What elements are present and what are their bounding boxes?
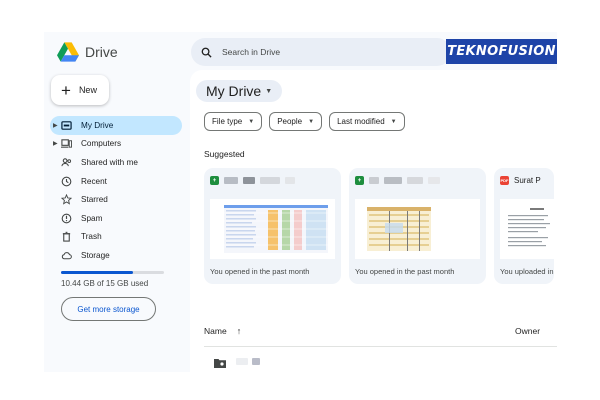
sidebar-item-my-drive[interactable]: ▶ My Drive	[50, 116, 182, 135]
search-bar[interactable]	[191, 38, 451, 66]
redacted-title	[285, 177, 295, 184]
redacted-title	[407, 177, 423, 184]
redacted-title	[428, 177, 440, 184]
filter-label: People	[277, 117, 303, 126]
storage-usage-text: 10.44 GB of 15 GB used	[61, 279, 149, 288]
app-name: Drive	[85, 44, 118, 60]
search-input[interactable]	[222, 47, 422, 57]
file-thumbnail	[355, 199, 480, 259]
caret-down-icon: ▼	[390, 118, 397, 125]
redacted-title	[260, 177, 280, 184]
redacted-file-name	[236, 358, 260, 365]
filter-people[interactable]: People ▼	[269, 112, 323, 131]
file-thumbnail	[210, 199, 335, 259]
file-row[interactable]	[204, 346, 557, 372]
column-name[interactable]: Name ↑	[204, 326, 241, 336]
card-header: PDF Surat P	[500, 176, 541, 185]
main-content: My Drive ▼ File type ▼ People ▼ Last mod…	[190, 70, 557, 372]
filter-last-modified[interactable]: Last modified ▼	[329, 112, 405, 131]
sidebar-item-starred[interactable]: Starred	[44, 190, 190, 209]
shared-folder-icon	[214, 355, 226, 368]
file-thumbnail	[500, 199, 554, 259]
computers-icon	[60, 138, 72, 150]
sidebar-nav: ▶ My Drive ▶ Computers Shared with me Re…	[44, 116, 190, 265]
clock-icon	[60, 175, 72, 187]
sidebar-item-label: Trash	[81, 232, 102, 242]
caret-down-icon: ▼	[265, 87, 273, 95]
suggested-file-card[interactable]: PDF Surat P You uploaded in	[494, 168, 554, 284]
sidebar-item-label: Spam	[81, 213, 103, 223]
sidebar-item-trash[interactable]: Trash	[44, 228, 190, 247]
spreadsheet-thumbnail	[367, 207, 431, 251]
caret-down-icon: ▼	[248, 118, 255, 125]
sidebar-item-label: My Drive	[81, 120, 114, 130]
drive-app: Drive + New ▶ My Drive ▶ Computers Share…	[44, 32, 557, 372]
spreadsheet-thumbnail	[224, 205, 328, 253]
spreadsheet-icon: +	[355, 176, 364, 185]
filter-label: File type	[212, 117, 243, 126]
spreadsheet-icon: +	[210, 176, 219, 185]
drive-logo-icon	[57, 42, 79, 62]
get-more-storage-button[interactable]: Get more storage	[61, 297, 156, 321]
pdf-icon: PDF	[500, 176, 509, 185]
card-header: +	[355, 176, 440, 185]
suggested-file-card[interactable]: + You opened in the past month	[349, 168, 486, 284]
drive-logo[interactable]: Drive	[57, 42, 118, 62]
new-button[interactable]: + New	[51, 75, 109, 105]
trash-icon	[60, 231, 72, 243]
redacted-title	[384, 177, 402, 184]
my-drive-title-dropdown[interactable]: My Drive ▼	[196, 80, 283, 102]
card-caption: You uploaded in	[500, 267, 554, 276]
cloud-icon	[60, 249, 72, 261]
redacted-title	[369, 177, 379, 184]
filter-label: Last modified	[337, 117, 385, 126]
suggested-file-card[interactable]: + You opened in the past month	[204, 168, 341, 284]
sidebar-item-label: Storage	[81, 250, 110, 260]
storage-bar-fill	[61, 271, 133, 274]
sidebar: Drive + New ▶ My Drive ▶ Computers Share…	[44, 32, 190, 372]
sidebar-item-label: Computers	[81, 139, 122, 149]
search-icon[interactable]	[201, 47, 212, 58]
sidebar-item-computers[interactable]: ▶ Computers	[44, 135, 190, 154]
caret-down-icon: ▼	[308, 118, 315, 125]
file-list-header: Name ↑ Owner	[204, 326, 557, 340]
sort-arrow-up-icon[interactable]: ↑	[237, 326, 242, 336]
expand-arrow-icon[interactable]: ▶	[53, 122, 58, 129]
new-button-label: New	[78, 85, 97, 95]
sidebar-item-storage[interactable]: Storage	[44, 246, 190, 265]
star-icon	[60, 194, 72, 206]
expand-arrow-icon[interactable]: ▶	[53, 140, 58, 147]
sidebar-item-shared-with-me[interactable]: Shared with me	[44, 153, 190, 172]
sidebar-item-label: Shared with me	[81, 157, 138, 167]
shared-icon	[60, 156, 72, 168]
card-caption: You opened in the past month	[210, 267, 310, 276]
page-title: My Drive	[206, 83, 262, 99]
document-thumbnail	[508, 208, 550, 247]
plus-icon: +	[61, 80, 71, 100]
column-owner: Owner	[515, 326, 541, 336]
card-title: Surat P	[514, 176, 541, 185]
sidebar-item-spam[interactable]: Spam	[44, 209, 190, 228]
filter-bar: File type ▼ People ▼ Last modified ▼	[204, 112, 405, 131]
card-header: +	[210, 176, 295, 185]
my-drive-icon	[60, 119, 72, 131]
suggested-heading: Suggested	[204, 149, 245, 159]
storage-bar	[61, 271, 164, 274]
sidebar-item-recent[interactable]: Recent	[44, 172, 190, 191]
suggested-cards: + You opened in the past month + You ope…	[204, 168, 554, 284]
column-name-label: Name	[204, 326, 227, 336]
card-caption: You opened in the past month	[355, 267, 455, 276]
spam-icon	[60, 212, 72, 224]
sidebar-item-label: Starred	[81, 195, 108, 205]
watermark-logo: TEKNOFUSION	[446, 39, 557, 64]
sidebar-item-label: Recent	[81, 176, 107, 186]
redacted-title	[224, 177, 238, 184]
filter-file-type[interactable]: File type ▼	[204, 112, 263, 131]
redacted-title	[243, 177, 255, 184]
